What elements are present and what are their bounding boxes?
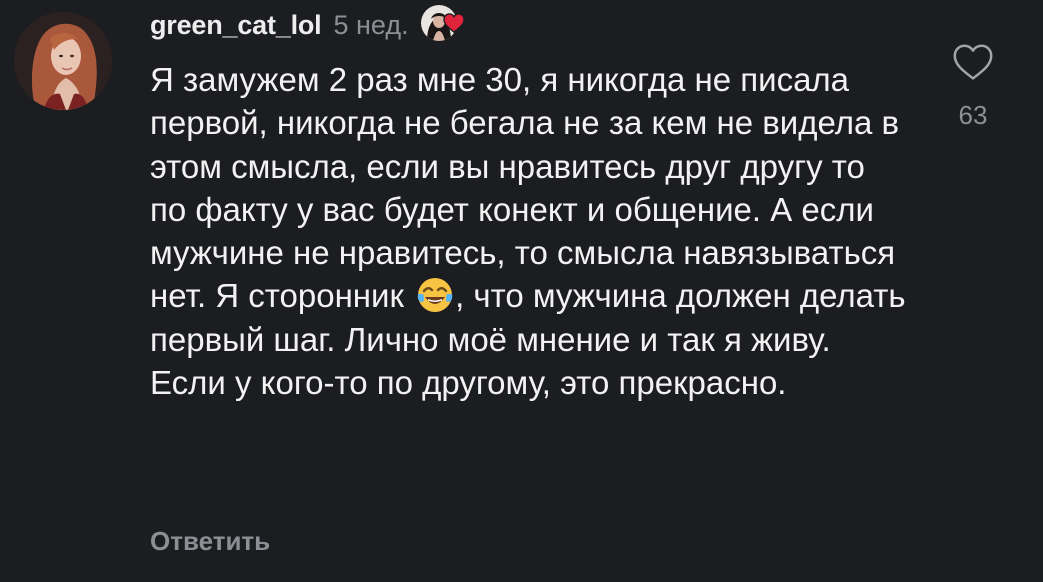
username-link[interactable]: green_cat_lol xyxy=(150,10,322,41)
like-button[interactable]: 63 xyxy=(938,40,1008,140)
author-liked-badge xyxy=(420,5,467,45)
avatar[interactable] xyxy=(14,12,112,110)
heart-outline-icon xyxy=(950,40,996,86)
face-with-tears-of-joy-icon xyxy=(415,275,455,315)
heart-filled-icon xyxy=(442,13,465,33)
reply-button[interactable]: Ответить xyxy=(150,526,270,557)
comment-time: 5 нед. xyxy=(333,9,409,40)
like-count: 63 xyxy=(958,100,988,130)
comment-meta: green_cat_lol 5 нед. xyxy=(150,5,467,45)
comment-text: Я замужем 2 раз мне 30, я никогда не пис… xyxy=(150,58,910,404)
comment-item: green_cat_lol 5 нед. Я замужем 2 раз мне… xyxy=(0,0,1043,582)
